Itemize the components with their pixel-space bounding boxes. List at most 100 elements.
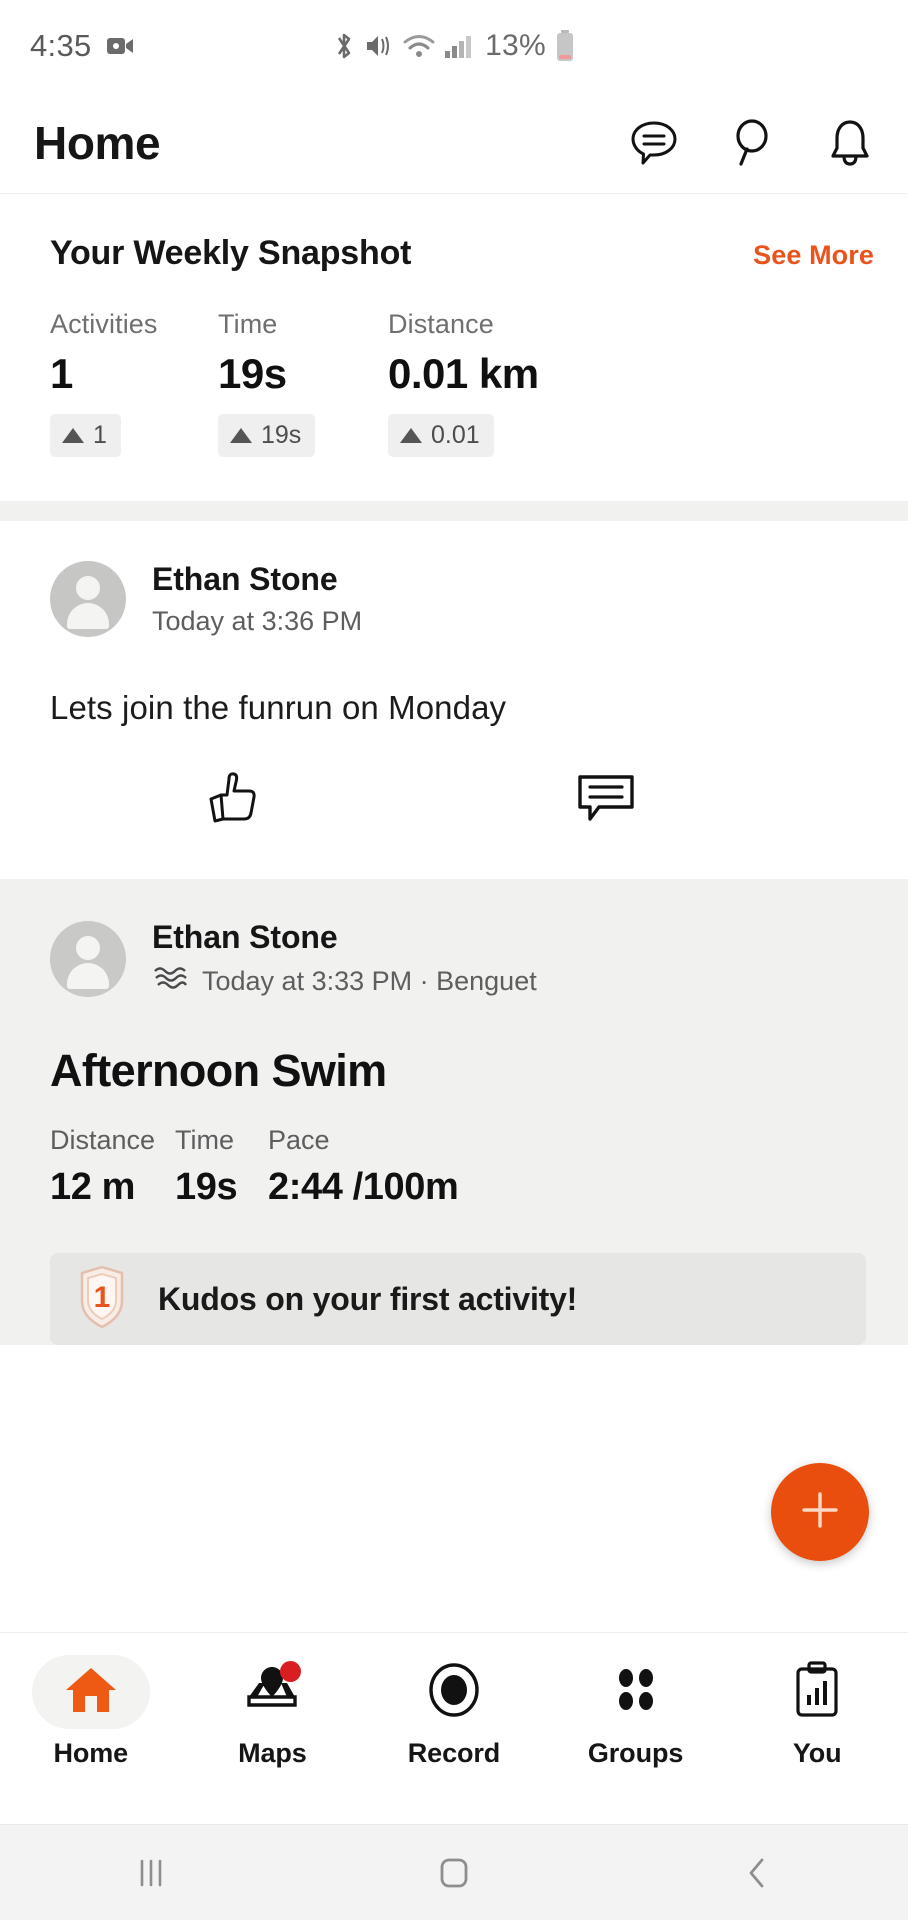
- post-timestamp-location: Today at 3:33 PM · Benguet: [202, 966, 537, 996]
- post-timestamp: Today at 3:36 PM: [152, 606, 363, 636]
- first-activity-badge-icon: 1: [74, 1263, 130, 1336]
- nav-icon-wrap: [577, 1655, 695, 1729]
- stat-value: 2:44 /100m: [268, 1166, 459, 1208]
- nav-item-record[interactable]: Record: [379, 1655, 529, 1769]
- stat-change: 1: [93, 421, 107, 449]
- snapshot-stat-activities: Activities 1 1: [50, 309, 218, 457]
- section-divider: [0, 501, 908, 521]
- feed-post-text[interactable]: Ethan Stone Today at 3:36 PM Lets join t…: [0, 521, 908, 879]
- snapshot-stats: Activities 1 1 Time 19s 19s Distance 0.0…: [50, 309, 874, 457]
- thumbs-up-icon[interactable]: [200, 767, 264, 831]
- home-icon: [63, 1665, 119, 1720]
- nav-icon-wrap: [213, 1655, 331, 1729]
- post-author-name[interactable]: Ethan Stone: [152, 561, 362, 598]
- stat-value: 12 m: [50, 1166, 136, 1208]
- post-action-row: [50, 767, 866, 879]
- nav-item-maps[interactable]: Maps: [197, 1655, 347, 1769]
- activity-title: Afternoon Swim: [50, 1045, 387, 1096]
- avatar[interactable]: [50, 561, 126, 637]
- android-system-nav: [0, 1824, 908, 1920]
- record-activity-fab[interactable]: [771, 1463, 869, 1561]
- activity-stat-distance: Distance 12 m: [50, 1125, 175, 1209]
- snapshot-title: Your Weekly Snapshot: [50, 234, 412, 272]
- snapshot-stat-time: Time 19s 19s: [218, 309, 388, 457]
- comment-icon[interactable]: [574, 767, 638, 831]
- stat-label: Time: [175, 1125, 234, 1155]
- stat-label: Distance: [388, 309, 494, 339]
- nav-item-you[interactable]: You: [742, 1655, 892, 1769]
- plus-icon: [798, 1488, 842, 1537]
- post-meta-row: Today at 3:33 PM · Benguet: [152, 964, 537, 999]
- post-header: Ethan Stone Today at 3:33 PM · Benguet: [50, 919, 866, 999]
- post-text-body: Lets join the funrun on Monday: [50, 689, 507, 726]
- recents-icon[interactable]: [91, 1838, 211, 1908]
- notifications-bell-icon[interactable]: [824, 117, 876, 169]
- activity-stats: Distance 12 m Time 19s Pace 2:44 /100m: [50, 1125, 866, 1209]
- bluetooth-icon: [333, 31, 355, 61]
- avatar-head-shape: [76, 936, 100, 960]
- snapshot-stat-distance: Distance 0.01 km 0.01: [388, 309, 539, 457]
- avatar-body-shape: [67, 603, 109, 629]
- stat-change: 0.01: [431, 421, 480, 449]
- post-header: Ethan Stone Today at 3:36 PM: [50, 561, 866, 637]
- swim-waves-icon: [152, 964, 192, 999]
- nav-icon-wrap: [758, 1655, 876, 1729]
- bottom-navigation-bar: Home Maps Record Groups You: [0, 1632, 908, 1824]
- nav-icon-wrap: [395, 1655, 513, 1729]
- weekly-snapshot-card: Your Weekly Snapshot See More Activities…: [0, 194, 908, 501]
- avatar[interactable]: [50, 921, 126, 997]
- back-icon[interactable]: [697, 1838, 817, 1908]
- status-bar-right: 13%: [0, 29, 908, 63]
- home-square-icon[interactable]: [394, 1838, 514, 1908]
- post-author-block: Ethan Stone Today at 3:33 PM · Benguet: [152, 919, 537, 999]
- kudos-banner[interactable]: 1 Kudos on your first activity!: [50, 1253, 866, 1345]
- system-status-bar: 4:35 13%: [0, 0, 908, 92]
- stat-trend-chip: 19s: [218, 414, 316, 457]
- stat-value: 0.01 km: [388, 350, 539, 397]
- activity-stat-time: Time 19s: [175, 1125, 268, 1209]
- trend-up-icon: [230, 428, 252, 443]
- cellular-signal-icon: [444, 33, 472, 59]
- stat-trend-chip: 0.01: [388, 414, 494, 457]
- nav-label: You: [792, 1738, 842, 1768]
- stat-trend-chip: 1: [50, 414, 121, 457]
- battery-icon: [555, 30, 575, 62]
- nav-item-home[interactable]: Home: [16, 1655, 166, 1769]
- snapshot-header: Your Weekly Snapshot See More: [50, 234, 874, 273]
- badge-number: 1: [94, 1281, 111, 1314]
- nav-label: Record: [407, 1738, 501, 1768]
- nav-item-groups[interactable]: Groups: [561, 1655, 711, 1769]
- feed-post-activity[interactable]: Ethan Stone Today at 3:33 PM · Benguet A…: [0, 879, 908, 1345]
- nav-icon-wrap: [31, 1655, 150, 1729]
- post-author-block: Ethan Stone Today at 3:36 PM: [152, 561, 362, 637]
- trend-up-icon: [62, 428, 84, 443]
- wifi-icon: [403, 33, 435, 59]
- post-author-name[interactable]: Ethan Stone: [152, 919, 537, 956]
- clipboard-chart-icon: [792, 1660, 842, 1724]
- chat-icon[interactable]: [628, 117, 680, 169]
- header-actions: [628, 117, 876, 169]
- stat-label: Pace: [268, 1125, 330, 1155]
- activity-stat-pace: Pace 2:44 /100m: [268, 1125, 459, 1209]
- search-icon[interactable]: [726, 117, 778, 169]
- kudos-banner-text: Kudos on your first activity!: [158, 1280, 578, 1317]
- stat-label: Activities: [50, 309, 158, 339]
- page-title: Home: [34, 116, 161, 169]
- stat-change: 19s: [261, 421, 302, 449]
- stat-value: 19s: [175, 1166, 238, 1208]
- trend-up-icon: [400, 428, 422, 443]
- avatar-head-shape: [76, 576, 100, 600]
- stat-label: Time: [218, 309, 278, 339]
- stat-label: Distance: [50, 1125, 156, 1155]
- mute-icon: [364, 32, 394, 60]
- app-header: Home: [0, 92, 908, 194]
- see-more-link[interactable]: See More: [753, 240, 874, 271]
- stat-value: 19s: [218, 350, 287, 397]
- nav-label: Maps: [238, 1738, 307, 1768]
- battery-percent-label: 13%: [485, 29, 546, 62]
- groups-icon: [609, 1664, 663, 1721]
- avatar-body-shape: [67, 963, 109, 989]
- stat-value: 1: [50, 350, 73, 397]
- record-icon: [427, 1662, 481, 1722]
- nav-label: Groups: [587, 1738, 684, 1768]
